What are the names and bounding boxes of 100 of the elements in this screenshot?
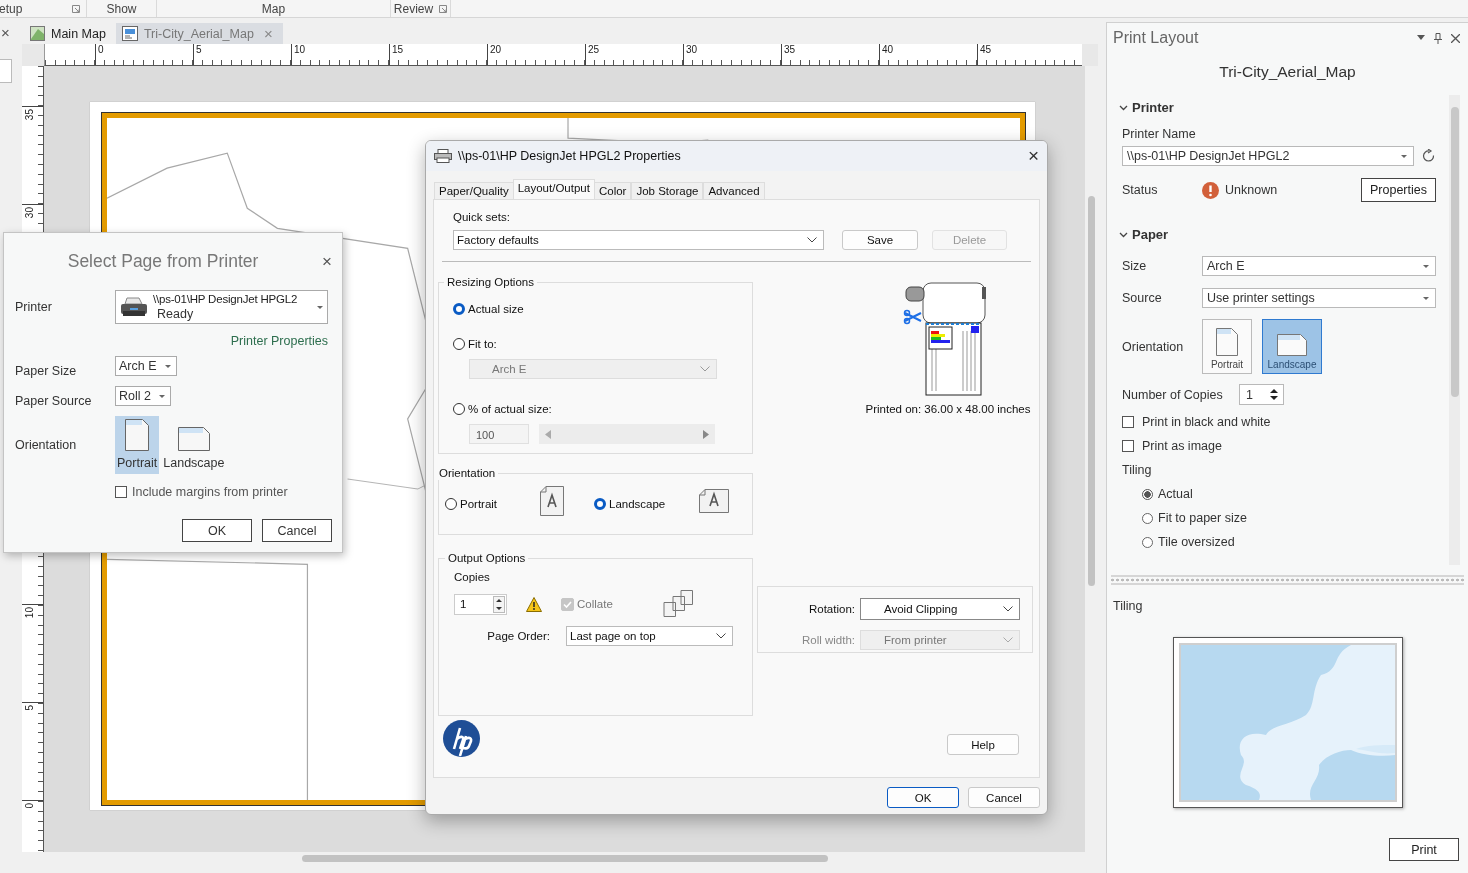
rotation-dropdown[interactable]: Avoid Clipping	[860, 598, 1020, 620]
left-arrow-icon	[545, 429, 551, 439]
radio-button[interactable]: Actual size	[453, 303, 752, 315]
field-label: Rotation:	[807, 603, 855, 615]
document-tab[interactable]: Main Map	[28, 23, 114, 44]
radio-button[interactable]: % of actual size:	[453, 403, 752, 415]
orientation-option[interactable]: Portrait	[115, 416, 160, 474]
source-dropdown[interactable]: Use printer settings	[1202, 288, 1436, 308]
radio-button[interactable]: Tile oversized	[1142, 535, 1235, 549]
chevron-icon	[1119, 231, 1128, 238]
ruler-label: 30	[686, 44, 698, 55]
ruler-label: 30	[24, 207, 35, 219]
help-button[interactable]: Help	[947, 734, 1019, 755]
cancel-button[interactable]: Cancel	[968, 787, 1040, 808]
copies-spinner[interactable]: 1	[1239, 384, 1284, 405]
dialog-title: \\ps-01\HP DesignJet HPGL2 Properties	[458, 149, 682, 163]
paper-source-dropdown[interactable]: Roll 2	[115, 386, 171, 406]
caret-icon	[164, 364, 171, 368]
dialog-title: Select Page from Printer	[66, 251, 260, 272]
layout-name: Tri-City_Aerial_Map	[1218, 62, 1357, 82]
panel-title: Print Layout	[1113, 29, 1199, 47]
save-button[interactable]: Save	[842, 230, 918, 250]
field-label: Paper Source	[15, 394, 93, 408]
dialog-launcher-icon[interactable]	[439, 4, 448, 13]
landscape-page-icon	[1277, 334, 1307, 356]
splitter-handle[interactable]	[1111, 575, 1464, 585]
page-order-dropdown[interactable]: Last page on top	[566, 626, 733, 646]
field-label: Source	[1122, 291, 1163, 305]
field-label: Printer Name	[1122, 127, 1197, 141]
spinner-arrows-icon	[493, 595, 505, 613]
dialog-launcher-icon[interactable]	[72, 4, 80, 13]
group-title: Orientation	[438, 467, 497, 480]
orientation-option[interactable]: Portrait	[1202, 319, 1252, 374]
properties-button[interactable]: Properties	[1361, 178, 1436, 202]
caret-icon	[1401, 154, 1407, 158]
vertical-scrollbar[interactable]	[1449, 95, 1460, 565]
caret-icon	[317, 305, 323, 309]
tab[interactable]: Job Storage	[631, 182, 704, 199]
pin-icon[interactable]	[1434, 32, 1442, 44]
warning-icon	[526, 596, 542, 612]
field-label: Copies	[454, 571, 491, 583]
copies-spinner[interactable]: 1	[454, 593, 507, 615]
portrait-page-icon	[1216, 328, 1238, 356]
caret-icon	[158, 394, 165, 398]
ruler-label: 5	[196, 44, 202, 55]
caret-icon	[1423, 296, 1429, 300]
tab[interactable]: Color	[593, 182, 632, 199]
refresh-icon[interactable]	[1422, 149, 1436, 163]
printer-icon	[434, 149, 452, 163]
field-label: Roll width:	[800, 634, 855, 646]
printer-dropdown[interactable]: \\ps-01\HP DesignJet HPGL2 Ready	[115, 290, 328, 324]
tab[interactable]: Layout/Output	[512, 179, 595, 199]
chevron-icon	[700, 366, 710, 372]
chevron-icon	[1003, 637, 1013, 643]
caret-icon	[1423, 264, 1429, 268]
portrait-page-icon	[125, 419, 150, 451]
close-button[interactable]: ×	[1027, 145, 1039, 167]
paper-size-dropdown[interactable]: Arch E	[115, 356, 177, 376]
ruler-label: 35	[24, 109, 35, 121]
field-label: Size	[1122, 259, 1148, 273]
checkbox[interactable]: Print as image	[1122, 439, 1436, 453]
section-header[interactable]: Paper	[1119, 227, 1436, 242]
ok-button[interactable]: OK	[887, 787, 959, 808]
cancel-button[interactable]: Cancel	[262, 519, 332, 542]
ribbon-group-label: Map	[261, 1, 286, 16]
chevron-icon	[1119, 104, 1128, 111]
pane-dropdown[interactable]	[0, 59, 12, 83]
close-button[interactable]: ×	[1, 25, 10, 41]
print-button[interactable]: Print	[1389, 838, 1459, 861]
orientation-option[interactable]: Landscape	[161, 416, 227, 474]
field-label: Orientation	[1122, 339, 1185, 354]
close-button[interactable]: ×	[322, 251, 332, 272]
ok-button[interactable]: OK	[182, 519, 252, 542]
ruler-label: 20	[490, 44, 502, 55]
printer-dropdown[interactable]: \\ps-01\HP DesignJet HPGL2	[1122, 146, 1414, 166]
layout-icon	[121, 26, 138, 41]
field-label: Printer	[15, 300, 53, 314]
radio-button[interactable]: Actual	[1142, 487, 1193, 501]
dropdown-icon[interactable]	[1417, 35, 1425, 41]
checkbox[interactable]: Include margins from printer	[115, 485, 328, 499]
ruler-label: 0	[24, 803, 35, 809]
spinner-arrows-icon	[1270, 388, 1278, 401]
tab[interactable]: Paper/Quality	[434, 182, 514, 199]
orientation-option[interactable]: Landscape	[1262, 319, 1322, 374]
radio-button[interactable]: Portrait	[445, 498, 540, 510]
landscape-page-icon	[699, 489, 729, 513]
checkbox[interactable]: Print in black and white	[1122, 415, 1436, 429]
tab[interactable]: Advanced	[703, 182, 765, 199]
quick-sets-dropdown[interactable]: Factory defaults	[453, 230, 824, 250]
radio-button[interactable]: Fit to:	[453, 338, 752, 350]
ruler-label: 10	[294, 44, 306, 55]
radio-button[interactable]: Fit to paper size	[1142, 511, 1247, 525]
section-header[interactable]: Printer	[1119, 100, 1436, 115]
close-icon[interactable]	[1451, 33, 1460, 43]
radio-button[interactable]: Landscape	[594, 498, 699, 510]
field-label: Orientation	[15, 438, 78, 452]
ribbon-group-label: Show	[106, 1, 137, 16]
printer-properties-link[interactable]: Printer Properties	[230, 334, 328, 348]
ruler-label: 0	[98, 44, 104, 55]
size-dropdown[interactable]: Arch E	[1202, 256, 1436, 276]
